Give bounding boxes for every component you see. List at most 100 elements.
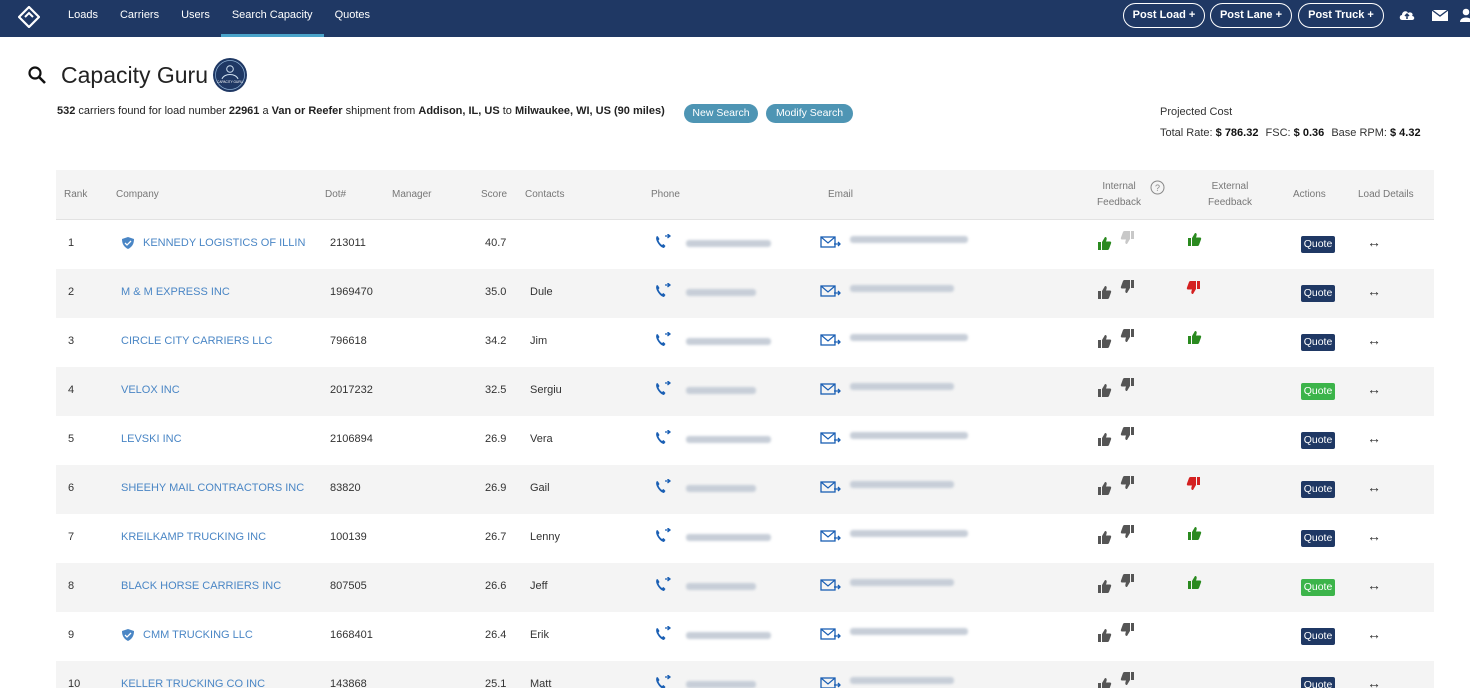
phone-number[interactable] (686, 387, 756, 394)
post-truck-button[interactable]: Post Truck + (1298, 3, 1384, 28)
quote-button[interactable]: Quote (1301, 432, 1335, 449)
nav-users[interactable]: Users (170, 0, 221, 37)
phone-number[interactable] (686, 534, 771, 541)
quote-button[interactable]: Quote (1301, 285, 1335, 302)
new-search-button[interactable]: New Search (684, 104, 758, 123)
company-link[interactable]: CIRCLE CITY CARRIERS LLC (121, 335, 311, 347)
email-address[interactable] (850, 481, 954, 488)
quote-button[interactable]: Quote (1301, 530, 1335, 547)
nav-carriers[interactable]: Carriers (109, 0, 170, 37)
quote-button[interactable]: Quote (1301, 334, 1335, 351)
thumbs-up-icon[interactable] (1096, 333, 1112, 349)
quote-button[interactable]: Quote (1301, 628, 1335, 645)
quote-button[interactable]: Quote (1301, 677, 1335, 688)
email-address[interactable] (850, 530, 968, 537)
thumbs-down-icon[interactable] (1120, 279, 1136, 295)
header-phone[interactable]: Phone (651, 187, 680, 203)
email-icon[interactable] (820, 333, 842, 347)
phone-icon[interactable] (654, 675, 672, 688)
thumbs-up-icon[interactable] (1096, 529, 1112, 545)
company-link[interactable]: M & M EXPRESS INC (121, 286, 311, 298)
email-address[interactable] (850, 579, 954, 586)
thumbs-up-icon[interactable] (1096, 676, 1112, 688)
thumbs-up-icon[interactable] (1096, 284, 1112, 300)
company-link[interactable]: KREILKAMP TRUCKING INC (121, 531, 311, 543)
phone-number[interactable] (686, 681, 756, 688)
company-link[interactable]: CMM TRUCKING LLC (143, 629, 306, 641)
quote-button[interactable]: Quote (1301, 579, 1335, 596)
header-rank[interactable]: Rank (64, 187, 87, 203)
phone-icon[interactable] (654, 430, 672, 446)
thumbs-up-icon[interactable] (1096, 235, 1112, 251)
user-icon[interactable] (1460, 7, 1470, 23)
swap-arrow-icon[interactable]: ↔ (1367, 577, 1381, 593)
post-lane-button[interactable]: Post Lane + (1210, 3, 1292, 28)
email-icon[interactable] (820, 431, 842, 445)
phone-icon[interactable] (654, 479, 672, 495)
phone-icon[interactable] (654, 283, 672, 299)
thumbs-down-icon[interactable] (1120, 475, 1136, 491)
header-score[interactable]: Score (481, 187, 507, 203)
phone-number[interactable] (686, 240, 771, 247)
company-link[interactable]: KELLER TRUCKING CO INC (121, 678, 311, 688)
swap-arrow-icon[interactable]: ↔ (1367, 381, 1381, 397)
email-icon[interactable] (820, 235, 842, 249)
quote-button[interactable]: Quote (1301, 383, 1335, 400)
nav-quotes[interactable]: Quotes (324, 0, 381, 37)
phone-icon[interactable] (654, 332, 672, 348)
nav-loads[interactable]: Loads (57, 0, 109, 37)
email-icon[interactable] (820, 676, 842, 688)
thumbs-down-icon[interactable] (1120, 622, 1136, 638)
phone-number[interactable] (686, 289, 756, 296)
swap-arrow-icon[interactable]: ↔ (1367, 528, 1381, 544)
help-icon[interactable]: ? (1150, 180, 1165, 195)
phone-icon[interactable] (654, 528, 672, 544)
header-email[interactable]: Email (828, 187, 853, 203)
company-link[interactable]: BLACK HORSE CARRIERS INC (121, 580, 311, 592)
header-company[interactable]: Company (116, 187, 159, 203)
thumbs-down-icon[interactable] (1120, 377, 1136, 393)
mail-icon[interactable] (1431, 7, 1449, 23)
email-address[interactable] (850, 236, 968, 243)
thumbs-down-icon[interactable] (1120, 426, 1136, 442)
phone-number[interactable] (686, 632, 771, 639)
header-contacts[interactable]: Contacts (525, 187, 564, 203)
email-address[interactable] (850, 285, 954, 292)
modify-search-button[interactable]: Modify Search (766, 104, 853, 123)
company-link[interactable]: SHEEHY MAIL CONTRACTORS INC (121, 482, 311, 494)
email-address[interactable] (850, 334, 968, 341)
quote-button[interactable]: Quote (1301, 236, 1335, 253)
logo-icon[interactable] (18, 6, 40, 28)
phone-icon[interactable] (654, 577, 672, 593)
phone-number[interactable] (686, 338, 771, 345)
thumbs-down-icon[interactable] (1120, 230, 1136, 246)
post-load-button[interactable]: Post Load + (1123, 3, 1205, 28)
phone-icon[interactable] (654, 234, 672, 250)
phone-number[interactable] (686, 583, 756, 590)
thumbs-up-icon[interactable] (1096, 480, 1112, 496)
thumbs-down-icon[interactable] (1120, 671, 1136, 687)
company-link[interactable]: KENNEDY LOGISTICS OF ILLINOIS (143, 237, 306, 249)
email-address[interactable] (850, 383, 954, 390)
email-icon[interactable] (820, 480, 842, 494)
email-address[interactable] (850, 677, 954, 684)
thumbs-down-icon[interactable] (1120, 573, 1136, 589)
email-icon[interactable] (820, 284, 842, 298)
swap-arrow-icon[interactable]: ↔ (1367, 675, 1381, 688)
thumbs-down-icon[interactable] (1120, 328, 1136, 344)
header-internal-feedback[interactable]: Internal Feedback (1096, 179, 1142, 211)
thumbs-up-icon[interactable] (1096, 382, 1112, 398)
swap-arrow-icon[interactable]: ↔ (1367, 430, 1381, 446)
email-icon[interactable] (820, 529, 842, 543)
swap-arrow-icon[interactable]: ↔ (1367, 332, 1381, 348)
swap-arrow-icon[interactable]: ↔ (1367, 626, 1381, 642)
header-external-feedback[interactable]: External Feedback (1206, 179, 1254, 211)
company-link[interactable]: LEVSKI INC (121, 433, 311, 445)
email-address[interactable] (850, 628, 968, 635)
swap-arrow-icon[interactable]: ↔ (1367, 283, 1381, 299)
email-icon[interactable] (820, 578, 842, 592)
nav-search-capacity[interactable]: Search Capacity (220, 0, 324, 37)
cloud-upload-icon[interactable] (1398, 7, 1416, 23)
thumbs-up-icon[interactable] (1096, 578, 1112, 594)
swap-arrow-icon[interactable]: ↔ (1367, 234, 1381, 250)
